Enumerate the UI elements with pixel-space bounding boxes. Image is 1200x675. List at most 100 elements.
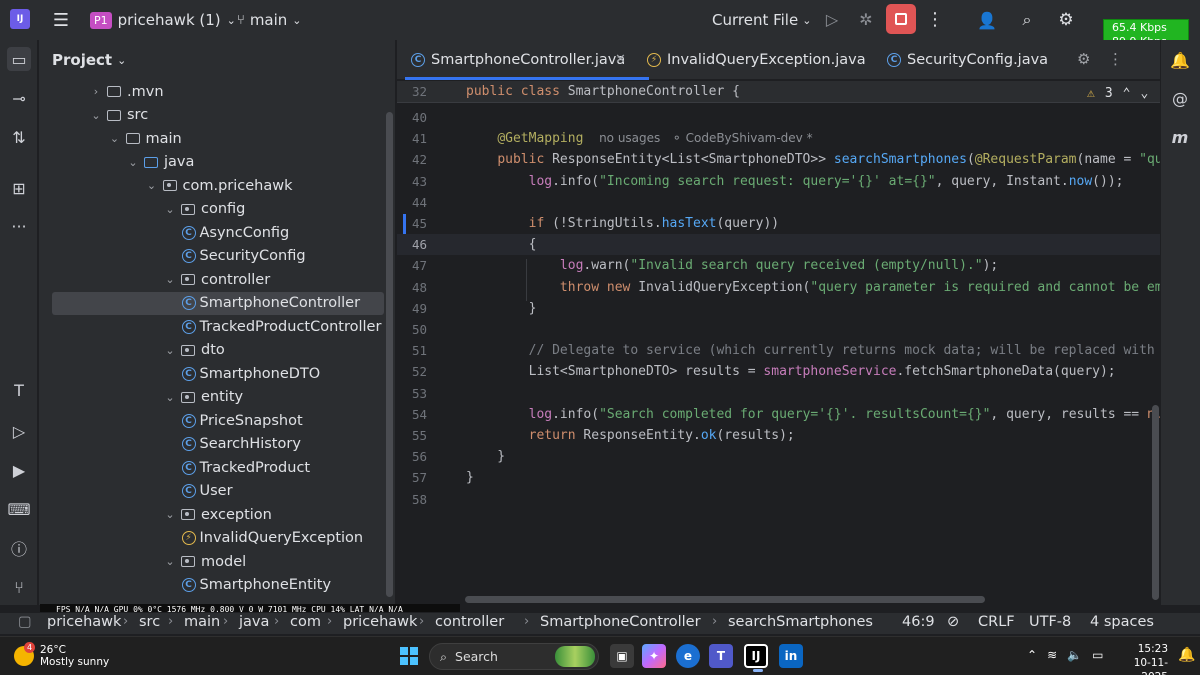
tree-item[interactable]: ⌄ config (163, 198, 245, 221)
search-icon[interactable]: ⌕ (1016, 9, 1038, 31)
edge-icon[interactable]: e (676, 644, 700, 668)
services-icon[interactable]: ▷ (7, 419, 31, 443)
tree-item[interactable]: ⌄ controller (163, 268, 270, 291)
code-line[interactable]: 48 throw new InvalidQueryException("quer… (397, 277, 1160, 298)
maven-icon[interactable]: m (1168, 125, 1192, 149)
tree-item[interactable]: C AsyncConfig (181, 221, 289, 244)
tree-item[interactable]: › .mvn (89, 80, 164, 103)
tree-item[interactable]: ⌄ com.pricehawk (145, 174, 293, 197)
code-line[interactable]: 52 List<SmartphoneDTO> results = smartph… (397, 361, 1160, 382)
branch-switcher[interactable]: ⑂ main ⌄ (237, 8, 302, 32)
intellij-logo-icon[interactable]: IJ (10, 9, 30, 29)
code-line[interactable]: 40 (397, 107, 1160, 128)
code-line[interactable]: 51 // Delegate to service (which current… (397, 340, 1160, 361)
folder-icon[interactable]: ▭ (7, 47, 31, 71)
tree-item[interactable]: ⌄ dto (163, 339, 224, 362)
tree-item[interactable]: C SmartphoneController (52, 291, 384, 315)
tree-item[interactable]: ⌄ java (126, 151, 194, 174)
more-icon[interactable]: ··· (7, 214, 31, 238)
cursor-position[interactable]: 46:9 (902, 614, 935, 630)
chevron-down-icon[interactable]: ⌄ (108, 132, 122, 145)
code-line[interactable]: 43 log.info("Incoming search request: qu… (397, 171, 1160, 192)
chevron-right-icon[interactable]: › (89, 85, 103, 98)
inspection-widget[interactable]: ⚠ 3 ⌃ ⌄ (1087, 86, 1148, 101)
chevron-down-icon[interactable]: ⌄ (163, 508, 177, 521)
problems-icon[interactable]: ⓘ (7, 536, 31, 560)
code-line[interactable]: 45 if (!StringUtils.hasText(query)) (397, 213, 1160, 234)
breadcrumb-item[interactable]: java (239, 614, 269, 630)
indent-setting[interactable]: 4 spaces (1090, 614, 1154, 630)
tree-item[interactable]: ⌄ exception (163, 503, 271, 526)
intellij-taskbar-icon[interactable]: IJ (744, 644, 768, 672)
run-icon[interactable]: ▷ (822, 9, 842, 29)
commit-icon[interactable]: ⊸ (7, 86, 31, 110)
chevron-down-icon[interactable]: ⌄ (163, 391, 177, 404)
code-line[interactable]: 56 } (397, 446, 1160, 467)
code-line[interactable]: 41 @GetMapping no usages ⚬ CodeByShivam-… (397, 128, 1160, 149)
file-encoding[interactable]: UTF-8 (1029, 614, 1071, 630)
breadcrumb-item[interactable]: src (139, 614, 160, 630)
chevron-down-icon[interactable]: ⌄ (163, 344, 177, 357)
taskbar-search[interactable]: ⌕ Search (429, 643, 599, 670)
gear-icon[interactable]: ⚙ (1055, 9, 1077, 31)
ai-assistant-icon[interactable]: @ (1168, 86, 1192, 110)
gear-icon[interactable]: ⚙ (1077, 50, 1090, 68)
breadcrumb-item[interactable]: pricehawk (343, 614, 417, 630)
tree-scrollbar[interactable] (386, 112, 393, 597)
vertical-scrollbar[interactable] (1152, 405, 1159, 600)
task-view-icon[interactable]: ▣ (610, 644, 634, 668)
chevron-down-icon[interactable]: ⌄ (163, 203, 177, 216)
code-line[interactable]: 46 { (397, 234, 1160, 256)
line-separator[interactable]: CRLF (978, 614, 1015, 630)
tree-item[interactable]: ⌄ main (108, 127, 182, 150)
code-editor[interactable]: 32 public class SmartphoneController { ⚠… (397, 81, 1160, 605)
battery-icon[interactable]: ▭ (1092, 648, 1103, 662)
code-line[interactable]: 57} (397, 467, 1160, 488)
tree-item[interactable]: C SmartphoneDTO (181, 362, 320, 385)
linkedin-icon[interactable]: in (779, 644, 803, 668)
tab-smartphonecontroller[interactable]: C SmartphoneController.java (404, 40, 650, 80)
debug-icon[interactable]: ✲ (856, 9, 876, 29)
breadcrumb-item[interactable]: SmartphoneController (540, 614, 701, 630)
chevron-up-icon[interactable]: ⌃ (1027, 648, 1037, 662)
more-icon[interactable]: ⋮ (926, 9, 944, 30)
code-line[interactable]: 55 return ResponseEntity.ok(results); (397, 425, 1160, 446)
chevron-down-icon[interactable]: ⌄ (163, 273, 177, 286)
code-line[interactable]: 44 (397, 192, 1160, 213)
tree-item[interactable]: C TrackedProductController (181, 315, 381, 338)
tree-item[interactable]: C User (181, 480, 233, 503)
code-line[interactable]: 47 log.warn("Invalid search query receiv… (397, 255, 1160, 276)
project-panel-title[interactable]: Project ⌄ (52, 51, 126, 69)
tree-item[interactable]: ⌄ model (163, 550, 246, 573)
code-line[interactable]: 58 (397, 489, 1160, 510)
horizontal-scrollbar[interactable] (465, 596, 985, 603)
notification-bell-icon[interactable]: 🔔 (1178, 647, 1195, 663)
tab-securityconfig[interactable]: C SecurityConfig.java (887, 40, 1048, 80)
code-line[interactable]: 53 (397, 383, 1160, 404)
wifi-icon[interactable]: ≋ (1047, 648, 1057, 662)
close-icon[interactable]: ✕ (615, 52, 626, 67)
chevron-down-icon[interactable]: ⌄ (145, 179, 159, 192)
tab-invalidqueryexception[interactable]: ⚡ InvalidQueryException.java (647, 40, 866, 80)
code-line[interactable]: 54 log.info("Search completed for query=… (397, 404, 1160, 425)
tree-item[interactable]: C SecurityConfig (181, 245, 306, 268)
teams-icon[interactable]: T (709, 644, 733, 668)
code-line[interactable]: 49 } (397, 298, 1160, 319)
clock[interactable]: 15:23 10-11-2025 (1118, 642, 1168, 675)
terminal-icon[interactable]: ⌨ (7, 497, 31, 521)
stop-button[interactable] (886, 4, 916, 34)
chevron-down-icon[interactable]: ⌄ (89, 109, 103, 122)
sticky-header-line[interactable]: 32 public class SmartphoneController { ⚠… (397, 81, 1160, 103)
text-icon[interactable]: T (7, 378, 31, 402)
run-config-selector[interactable]: Current File ⌄ (712, 8, 811, 32)
breadcrumb-item[interactable]: searchSmartphones (728, 614, 873, 630)
breadcrumb-item[interactable]: controller (435, 614, 504, 630)
breadcrumb-item[interactable]: com (290, 614, 321, 630)
hamburger-icon[interactable]: ☰ (50, 10, 72, 31)
more-icon[interactable]: ⋮ (1108, 50, 1123, 68)
tree-item[interactable]: ⌄ entity (163, 386, 243, 409)
pull-request-icon[interactable]: ⇅ (7, 125, 31, 149)
chevron-down-icon[interactable]: ⌄ (163, 555, 177, 568)
code-line[interactable]: 50 (397, 319, 1160, 340)
user-icon[interactable]: 👤 (976, 9, 998, 31)
